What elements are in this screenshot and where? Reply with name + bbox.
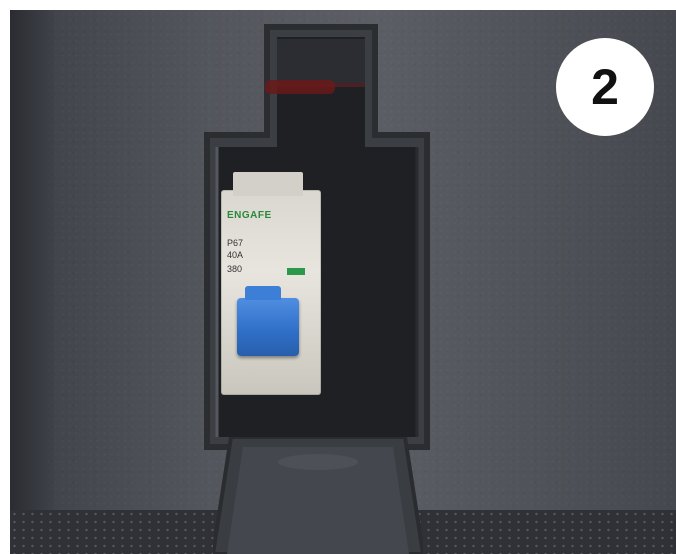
breaker-toggle[interactable] [237, 286, 299, 356]
breaker-brand: ENGAFE [227, 210, 272, 221]
red-wire [265, 80, 335, 94]
step-number: 2 [591, 59, 619, 115]
breaker-spec-1: P67 [227, 238, 244, 248]
compartment-lid[interactable] [210, 435, 426, 554]
circuit-breaker: ENGAFE P67 40A 380 [221, 172, 321, 395]
breaker-top-terminal [233, 172, 303, 196]
toggle-lip [245, 286, 281, 300]
photo-frame: ENGAFE P67 40A 380 2 [0, 0, 676, 554]
left-panel-edge [10, 10, 58, 554]
status-indicator [287, 268, 305, 275]
breaker-spec-2: 40A [227, 250, 244, 260]
breaker-spec-3: 380 [227, 264, 243, 274]
step-number-badge: 2 [556, 38, 654, 136]
